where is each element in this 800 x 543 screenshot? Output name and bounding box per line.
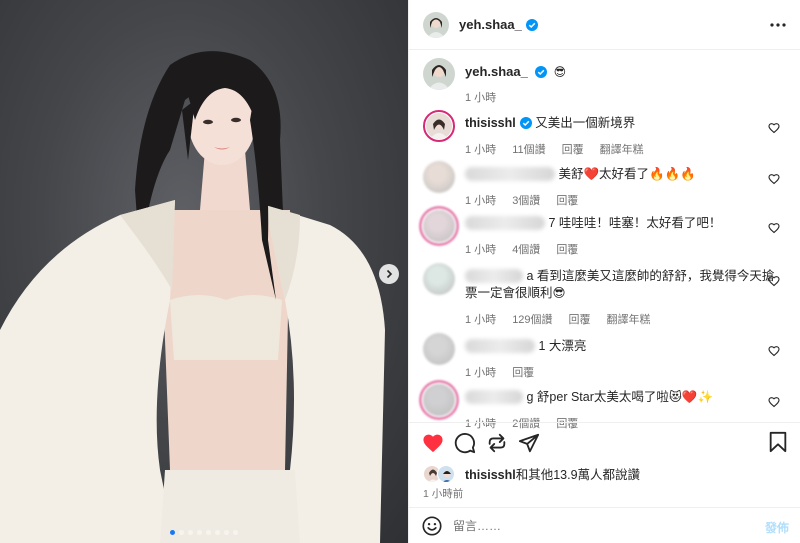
comment-like-button[interactable] <box>768 222 780 234</box>
heart-outline-icon <box>768 174 780 185</box>
comment-input[interactable] <box>453 518 743 533</box>
liker-avatar <box>437 464 455 483</box>
comment-text: g 舒per Star太美太喝了啦😻❤️✨ <box>526 390 714 404</box>
carousel-dots <box>0 530 408 535</box>
heart-outline-icon <box>768 346 780 357</box>
commenter-username[interactable]: thisisshl <box>465 116 516 130</box>
comment-translate-button[interactable]: 翻譯年糕 <box>600 141 644 157</box>
likes-count-text: 和其他13.9萬人都說讚 <box>515 468 641 482</box>
heart-outline-icon <box>768 397 780 408</box>
commenter-username-blurred[interactable] <box>465 339 535 353</box>
carousel-dot <box>215 530 220 535</box>
verified-badge-icon <box>525 18 538 31</box>
caption-time: 1 小時 <box>465 92 497 104</box>
caption-username[interactable]: yeh.shaa_ <box>465 64 528 79</box>
comment-reply-button[interactable]: 回覆 <box>556 241 578 257</box>
post-time: 1 小時前 <box>423 488 464 500</box>
heart-filled-icon <box>423 434 443 452</box>
carousel-dot <box>233 530 238 535</box>
comment-time[interactable]: 1 小時 <box>465 241 496 257</box>
comment-like-button[interactable] <box>768 396 780 408</box>
comment-text: 7 哇哇哇！哇塞！太好看了吧！ <box>548 216 722 230</box>
chevron-right-icon <box>386 269 393 279</box>
comment-like-button[interactable] <box>768 345 780 357</box>
liker-avatars <box>423 464 459 483</box>
commenter-avatar[interactable] <box>423 210 455 242</box>
comment-text: 美舒❤️太好看了🔥🔥🔥 <box>558 167 696 181</box>
commenter-avatar[interactable] <box>423 263 455 295</box>
comment-like-button[interactable] <box>768 173 780 185</box>
share-button[interactable] <box>517 431 541 455</box>
commenter-username-blurred[interactable] <box>465 269 523 283</box>
caption-text: 😎 <box>553 65 567 79</box>
comment-text: 又美出一個新境界 <box>535 116 636 130</box>
repost-icon <box>488 433 506 452</box>
comment-composer: 發佈 <box>409 507 800 543</box>
comment-likes[interactable]: 4個讚 <box>512 241 540 257</box>
comment-button[interactable] <box>453 431 477 455</box>
save-button[interactable] <box>767 431 791 455</box>
commenter-avatar[interactable] <box>423 161 455 193</box>
post-photo[interactable] <box>0 0 408 543</box>
carousel-next-button[interactable] <box>379 264 399 284</box>
comment-item: thisisshl 又美出一個新境界 1 小時 11個讚 回覆 翻譯年糕 <box>423 110 788 157</box>
comment-item: 1 大漂亮 1 小時 回覆 <box>423 333 788 380</box>
bookmark-icon <box>769 431 787 453</box>
more-options-button[interactable] <box>769 16 787 34</box>
comment-time[interactable]: 1 小時 <box>465 311 496 327</box>
heart-outline-icon <box>768 276 780 287</box>
post-caption: yeh.shaa_ 😎 1 小時 <box>423 58 566 105</box>
comment-reply-button[interactable]: 回覆 <box>556 192 578 208</box>
like-button[interactable] <box>421 431 445 455</box>
heart-outline-icon <box>768 223 780 234</box>
comment-icon <box>454 432 476 453</box>
carousel-dot <box>179 530 184 535</box>
comment-like-button[interactable] <box>768 275 780 287</box>
comment-like-button[interactable] <box>768 122 780 134</box>
comment-translate-button[interactable]: 翻譯年糕 <box>607 311 651 327</box>
send-icon <box>518 433 540 452</box>
comment-likes[interactable]: 129個讚 <box>512 311 552 327</box>
repost-button[interactable] <box>485 431 509 455</box>
liker-username[interactable]: thisisshl <box>465 468 516 482</box>
comment-reply-button[interactable]: 回覆 <box>562 141 584 157</box>
comment-time[interactable]: 1 小時 <box>465 141 496 157</box>
verified-badge-icon <box>535 66 548 78</box>
carousel-dot <box>224 530 229 535</box>
commenter-username-blurred[interactable] <box>465 390 523 404</box>
comment-reply-button[interactable]: 回覆 <box>569 311 591 327</box>
carousel-dot <box>170 530 175 535</box>
caption-avatar[interactable] <box>423 58 455 90</box>
author-avatar[interactable] <box>423 11 449 38</box>
commenter-avatar[interactable] <box>423 384 455 416</box>
carousel-dot <box>206 530 211 535</box>
comment-text: 1 大漂亮 <box>538 339 587 353</box>
comment-time[interactable]: 1 小時 <box>465 192 496 208</box>
comment-reply-button[interactable]: 回覆 <box>512 364 534 380</box>
verified-badge-icon <box>519 117 532 129</box>
instagram-post-viewer: yeh.shaa_ yeh.shaa_ 😎 1 小時 thisisshl 又美出… <box>0 0 800 543</box>
action-bar <box>409 422 800 462</box>
comment-item: 7 哇哇哇！哇塞！太好看了吧！ 1 小時 4個讚 回覆 <box>423 210 788 257</box>
commenter-avatar[interactable] <box>423 333 455 365</box>
commenter-username-blurred[interactable] <box>465 167 555 181</box>
likes-summary[interactable]: thisisshl和其他13.9萬人都說讚 <box>423 464 640 483</box>
commenter-avatar[interactable] <box>423 110 455 142</box>
emoji-icon[interactable] <box>421 515 443 537</box>
commenter-username-blurred[interactable] <box>465 216 545 230</box>
author-username[interactable]: yeh.shaa_ <box>459 17 522 32</box>
post-comment-button[interactable]: 發佈 <box>765 519 789 536</box>
comment-likes[interactable]: 3個讚 <box>512 192 540 208</box>
photo-woman-white-suit <box>0 51 385 543</box>
comment-item: a 看到這麼美又這麼帥的舒舒，我覺得今天搶票一定會很順利😎 1 小時 129個讚 回覆… <box>423 263 788 327</box>
post-panel: yeh.shaa_ yeh.shaa_ 😎 1 小時 thisisshl 又美出… <box>408 0 800 543</box>
heart-outline-icon <box>768 123 780 134</box>
comment-likes[interactable]: 11個讚 <box>512 141 545 157</box>
post-header: yeh.shaa_ <box>409 0 800 50</box>
comment-time[interactable]: 1 小時 <box>465 364 496 380</box>
more-horizontal-icon <box>770 23 786 27</box>
carousel-dot <box>188 530 193 535</box>
comment-item: 美舒❤️太好看了🔥🔥🔥 1 小時 3個讚 回覆 <box>423 161 788 208</box>
carousel-dot <box>197 530 202 535</box>
